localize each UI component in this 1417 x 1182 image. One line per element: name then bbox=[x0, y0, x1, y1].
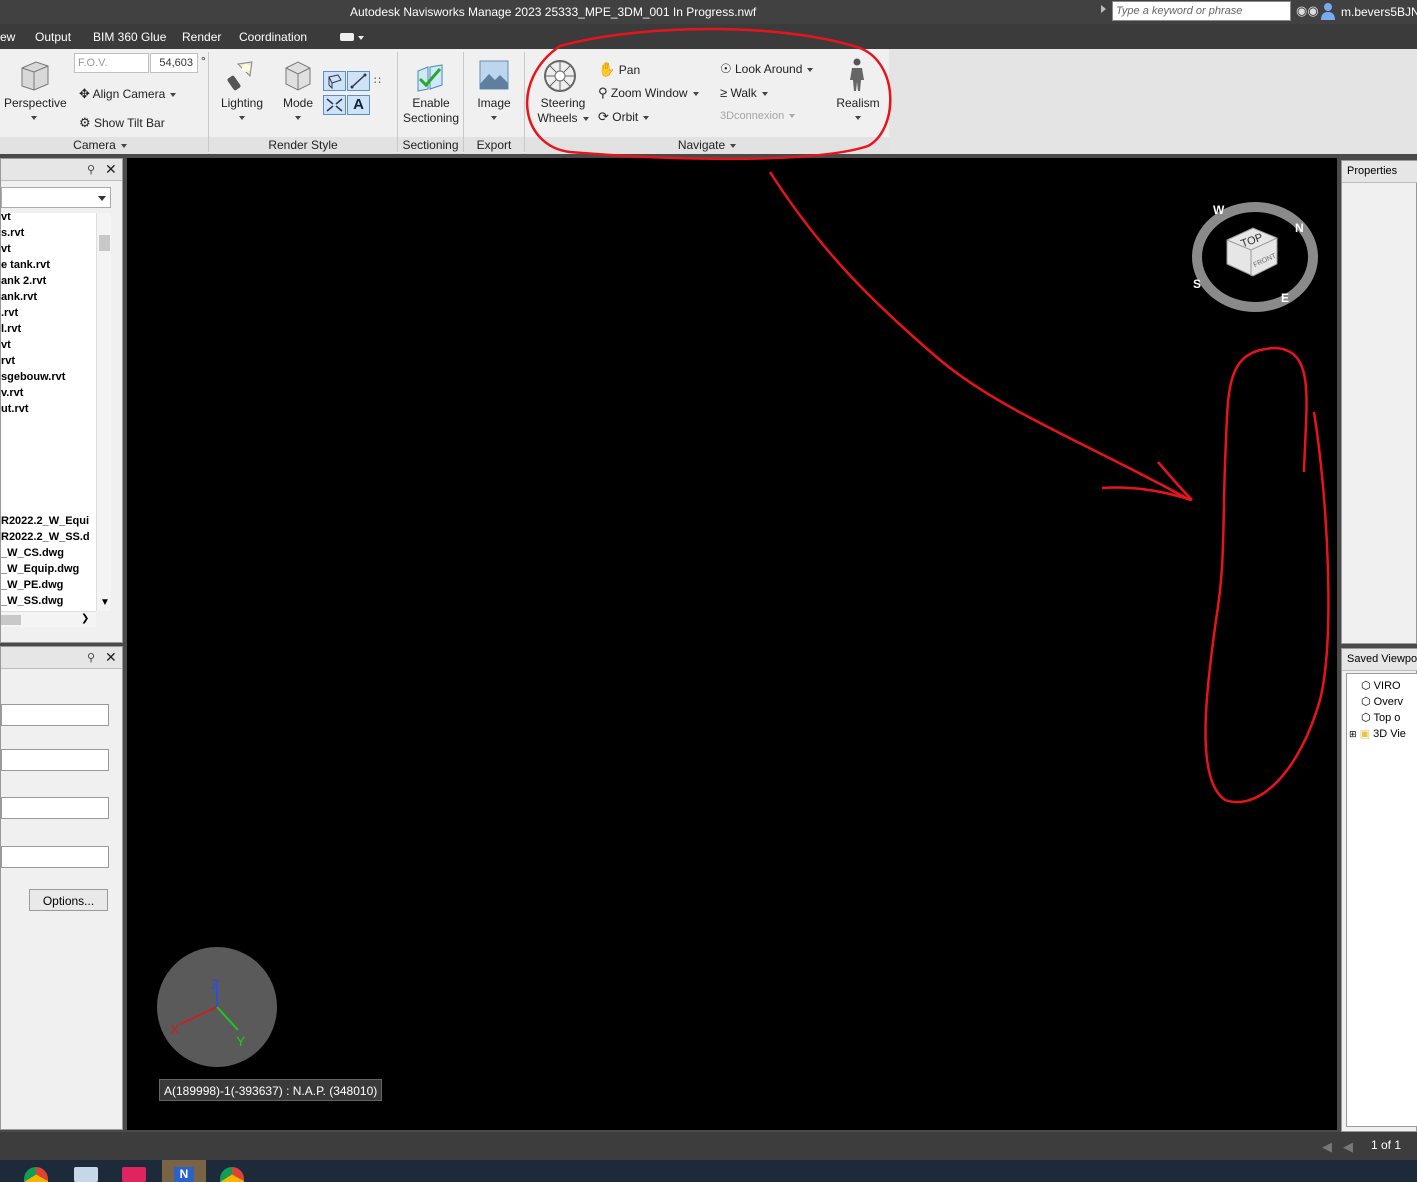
red-annotation-overlay bbox=[525, 27, 1330, 804]
annotation-circle-navigate bbox=[525, 27, 892, 161]
annotation-arrow-line bbox=[768, 171, 1191, 502]
annotation-loop-right bbox=[1204, 346, 1330, 804]
